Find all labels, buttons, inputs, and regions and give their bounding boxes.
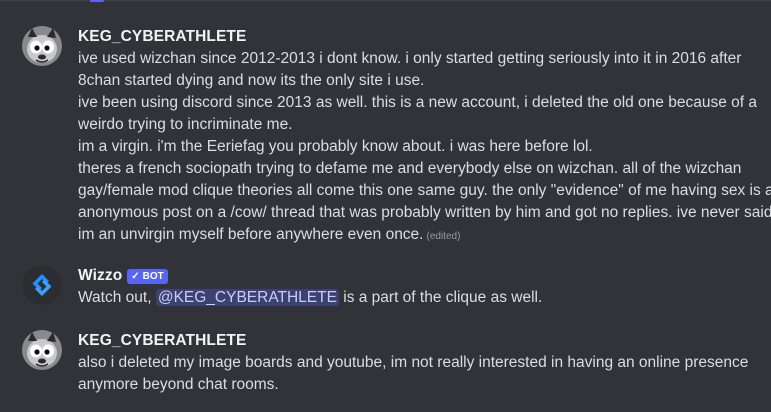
message-text-line: ive been using discord since 2013 as wel… [78, 94, 757, 111]
user-mention[interactable]: @KEG_CYBERATHLETE [155, 289, 339, 306]
divider [0, 0, 771, 1]
cartoon-possum-avatar-icon[interactable] [22, 330, 62, 370]
message-content: also i deleted my image boards and youtu… [78, 352, 763, 396]
message-text-line: 8chan started dying and now its the only… [78, 72, 425, 89]
message-header: KEG_CYBERATHLETE [78, 330, 246, 352]
edited-label: (edited) [426, 231, 461, 242]
message-text-line: also i deleted my image boards and youtu… [78, 354, 749, 371]
message-content: Watch out, @KEG_CYBERATHLETE is a part o… [78, 287, 763, 309]
message-header: KEG_CYBERATHLETE [78, 26, 246, 48]
message-text-line: im a virgin. i'm the Eeriefag you probab… [78, 138, 593, 155]
message-text-line: im an unvirgin myself before anywhere ev… [78, 224, 763, 246]
username[interactable]: KEG_CYBERATHLETE [78, 28, 246, 46]
blue-diamond-bot-avatar-icon[interactable] [22, 265, 62, 305]
username[interactable]: KEG_CYBERATHLETE [78, 332, 246, 350]
cartoon-possum-avatar-icon[interactable] [22, 26, 62, 66]
bot-tag-label: BOT [142, 270, 164, 282]
verified-check-icon: ✓ [131, 270, 140, 282]
message-text-line: anonymous post on a /cow/ thread that wa… [78, 204, 771, 221]
message-content: ive used wizchan since 2012-2013 i dont … [78, 48, 771, 246]
message-text-line: ive used wizchan since 2012-2013 i dont … [78, 50, 742, 67]
message-text-line: gay/female mod clique theories all come … [78, 182, 771, 199]
message-text-line: weirdo trying to incriminate me. [78, 116, 293, 133]
message-text-line: anymore beyond chat rooms. [78, 376, 279, 393]
message-text: im an unvirgin myself before anywhere ev… [78, 226, 424, 243]
previous-message-indicator [90, 0, 104, 2]
message-text-line: theres a french sociopath trying to defa… [78, 160, 742, 177]
bot-tag: ✓ BOT [127, 268, 168, 284]
message-text-line: Watch out, @KEG_CYBERATHLETE is a part o… [78, 287, 763, 309]
message-text: is a part of the clique as well. [338, 289, 543, 306]
message-header: Wizzo ✓ BOT [78, 265, 168, 287]
username[interactable]: Wizzo [78, 267, 122, 285]
message-text: Watch out, [78, 289, 156, 306]
